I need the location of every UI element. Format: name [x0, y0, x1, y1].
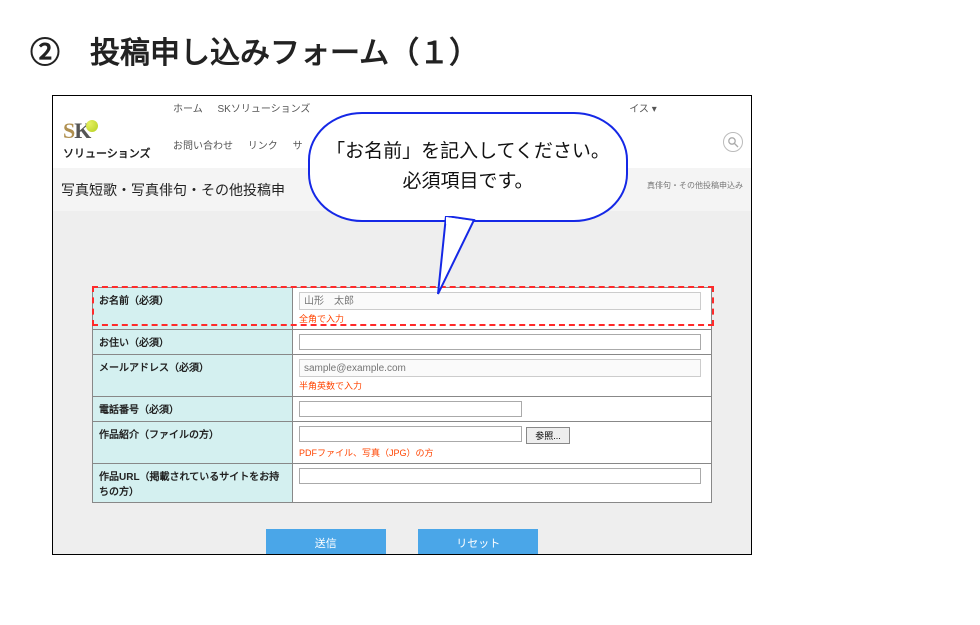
breadcrumb-right: 真俳句・その他投稿申込み	[647, 180, 743, 191]
input-tel[interactable]	[299, 401, 522, 417]
form-area: お名前（必須） 全角で入力 お住い（必須） メールアドレス（必須） 半角英数で入…	[53, 211, 751, 554]
search-icon[interactable]	[723, 132, 743, 152]
label-email: メールアドレス（必須）	[93, 355, 293, 397]
page-heading: ② 投稿申し込みフォーム（１）	[0, 0, 980, 72]
logo-dot-icon	[86, 120, 98, 132]
hint-name: 全角で入力	[299, 312, 705, 325]
nav-link[interactable]: リンク	[248, 141, 278, 152]
row-address: お住い（必須）	[93, 330, 712, 355]
label-url: 作品URL（掲載されているサイトをお持ちの方）	[93, 463, 293, 502]
input-email[interactable]	[299, 359, 701, 377]
row-url: 作品URL（掲載されているサイトをお持ちの方）	[93, 463, 712, 502]
callout-line1: 「お名前」を記入してください。	[326, 137, 610, 167]
nav-home[interactable]: ホーム	[173, 104, 203, 115]
nav-isu[interactable]: イス ▾	[629, 104, 657, 115]
input-address[interactable]	[299, 334, 701, 350]
label-name: お名前（必須）	[93, 288, 293, 330]
callout-line2: 必須項目です。	[402, 167, 533, 197]
hint-file: PDFファイル、写真（JPG）の方	[299, 446, 705, 459]
input-name[interactable]	[299, 292, 701, 310]
brand-logo: SK ソリューションズ	[63, 118, 151, 161]
reset-button[interactable]: リセット	[418, 529, 538, 556]
input-file-path[interactable]	[299, 426, 522, 442]
row-name: お名前（必須） 全角で入力	[93, 288, 712, 330]
brand-sub: ソリューションズ	[63, 148, 151, 160]
label-address: お住い（必須）	[93, 330, 293, 355]
hint-email: 半角英数で入力	[299, 379, 705, 392]
row-tel: 電話番号（必須）	[93, 397, 712, 422]
button-row: 送信 リセット	[53, 503, 751, 556]
instruction-callout: 「お名前」を記入してください。 必須項目です。	[308, 112, 628, 222]
application-form: お名前（必須） 全角で入力 お住い（必須） メールアドレス（必須） 半角英数で入…	[92, 287, 712, 503]
section-title: 写真短歌・写真俳句・その他投稿申	[61, 182, 285, 198]
input-url[interactable]	[299, 468, 701, 484]
label-file: 作品紹介（ファイルの方）	[93, 422, 293, 464]
browse-button[interactable]: 参照...	[526, 427, 570, 444]
submit-button[interactable]: 送信	[266, 529, 386, 556]
nav-sksol[interactable]: SKソリューションズ	[217, 104, 310, 115]
row-file: 作品紹介（ファイルの方） 参照... PDFファイル、写真（JPG）の方	[93, 422, 712, 464]
nav-sa[interactable]: サ	[293, 141, 303, 152]
label-tel: 電話番号（必須）	[93, 397, 293, 422]
row-email: メールアドレス（必須） 半角英数で入力	[93, 355, 712, 397]
nav-contact[interactable]: お問い合わせ	[173, 141, 233, 152]
